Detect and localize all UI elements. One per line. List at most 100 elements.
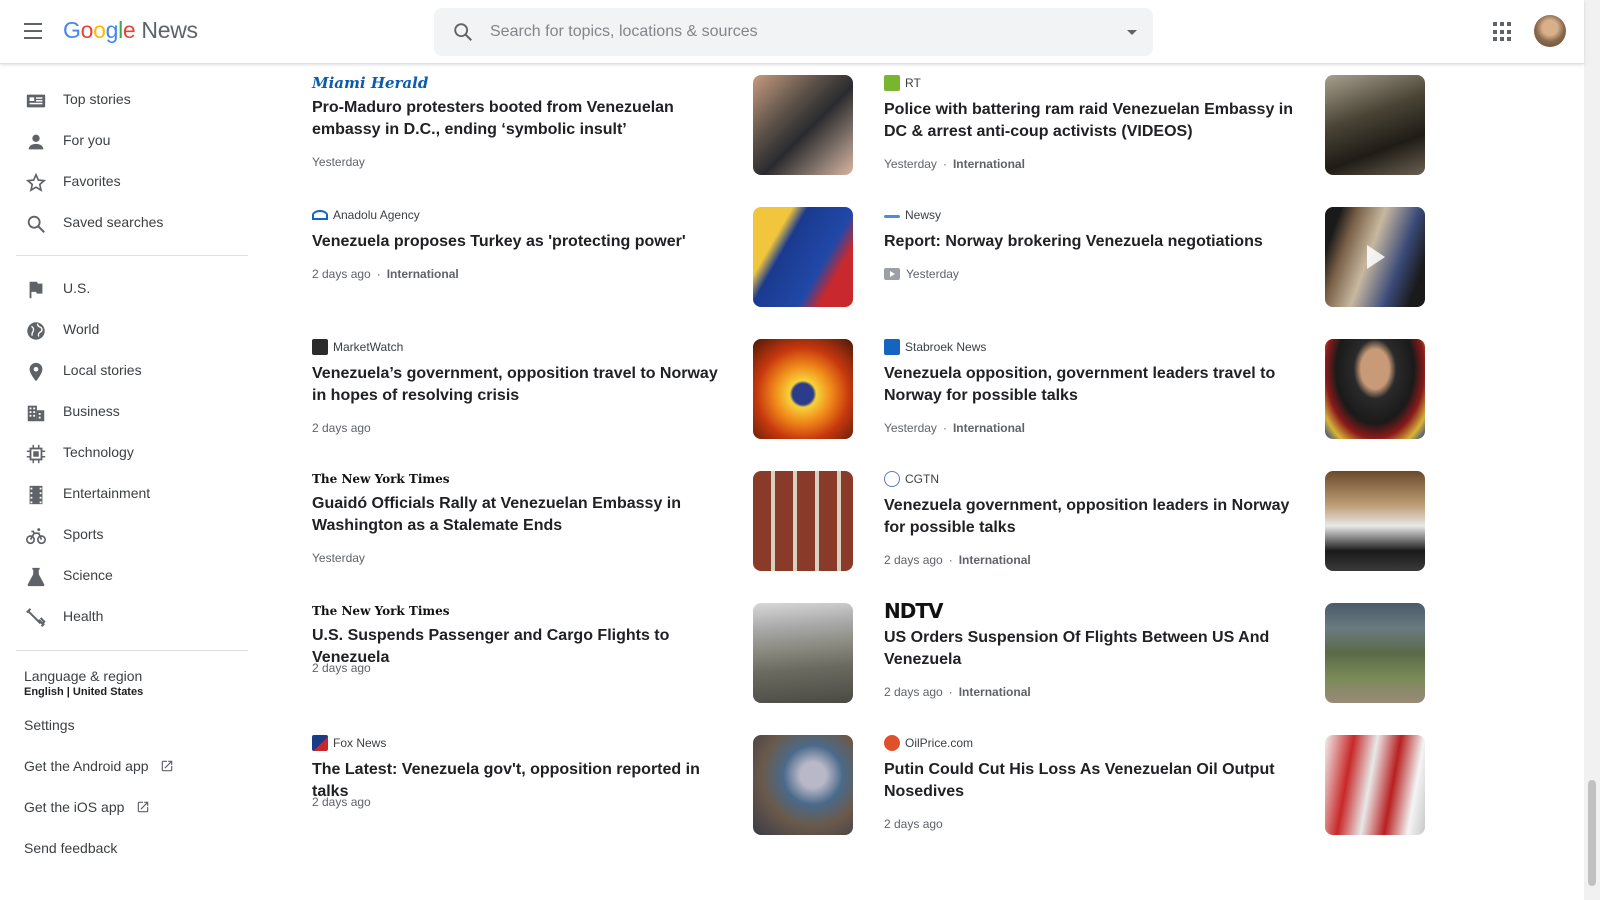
marketwatch-logo-icon (312, 339, 328, 355)
article-category[interactable]: International (959, 685, 1031, 699)
sidebar-item-business[interactable]: Business (0, 392, 260, 432)
ios-app-link[interactable]: Get the iOS app (24, 799, 150, 815)
page-scrollbar[interactable] (1584, 0, 1600, 900)
article-thumbnail[interactable] (1325, 735, 1425, 835)
article-title[interactable]: Guaidó Officials Rally at Venezuelan Emb… (312, 493, 732, 537)
article-title[interactable]: Putin Could Cut His Loss As Venezuelan O… (884, 759, 1304, 803)
article-title[interactable]: Venezuela opposition, government leaders… (884, 363, 1304, 407)
flag-icon (29, 281, 43, 299)
article-card[interactable]: Newsy Report: Norway brokering Venezuela… (884, 207, 1444, 317)
article-time: Yesterday (312, 551, 365, 565)
article-title[interactable]: US Orders Suspension Of Flights Between … (884, 627, 1304, 671)
article-card[interactable]: The New York Times Guaidó Officials Rall… (312, 471, 872, 581)
article-card[interactable]: CGTN Venezuela government, opposition le… (884, 471, 1444, 581)
sidebar-item-saved-searches[interactable]: Saved searches (0, 203, 260, 243)
article-thumbnail[interactable] (753, 471, 853, 571)
account-avatar[interactable] (1534, 15, 1566, 47)
article-title[interactable]: Report: Norway brokering Venezuela negot… (884, 231, 1304, 253)
article-title[interactable]: Venezuela proposes Turkey as 'protecting… (312, 231, 732, 253)
stabroek-logo-icon (884, 339, 900, 355)
article-meta: 2 days ago · International (884, 553, 1031, 567)
article-card[interactable]: OilPrice.com Putin Could Cut His Loss As… (884, 735, 1444, 845)
article-title[interactable]: The Latest: Venezuela gov't, opposition … (312, 759, 732, 803)
video-icon (884, 268, 900, 280)
article-thumbnail[interactable] (1325, 471, 1425, 571)
sidebar-item-entertainment[interactable]: Entertainment (0, 474, 260, 514)
sidebar-item-label: Entertainment (63, 485, 151, 501)
source-name[interactable]: MarketWatch (312, 339, 403, 355)
sidebar-item-for-you[interactable]: For you (0, 121, 260, 161)
android-app-link[interactable]: Get the Android app (24, 758, 174, 774)
article-thumbnail[interactable] (1325, 207, 1425, 307)
sidebar-item-us[interactable]: U.S. (0, 269, 260, 309)
article-category[interactable]: International (953, 421, 1025, 435)
settings-link[interactable]: Settings (24, 717, 75, 733)
article-category[interactable]: International (387, 267, 459, 281)
scrollbar-thumb[interactable] (1588, 780, 1596, 886)
article-thumbnail[interactable] (753, 207, 853, 307)
sidebar-item-label: Favorites (63, 173, 121, 189)
source-name[interactable]: Anadolu Agency (312, 207, 420, 223)
article-category[interactable]: International (953, 157, 1025, 171)
language-region-link[interactable]: Language & region (24, 668, 142, 684)
sidebar-item-local-stories[interactable]: Local stories (0, 351, 260, 391)
sidebar-item-health[interactable]: Health (0, 597, 260, 637)
article-card[interactable]: MarketWatch Venezuela’s government, oppo… (312, 339, 872, 449)
article-title[interactable]: Pro-Maduro protesters booted from Venezu… (312, 97, 732, 141)
google-apps-icon[interactable] (1493, 22, 1513, 42)
article-title[interactable]: Venezuela’s government, opposition trave… (312, 363, 732, 407)
article-thumbnail[interactable] (753, 339, 853, 439)
sidebar-item-world[interactable]: World (0, 310, 260, 350)
source-logo[interactable]: NDTV (884, 599, 943, 623)
main-menu-icon[interactable] (22, 20, 48, 44)
article-card[interactable]: Miami Herald Pro-Maduro protesters boote… (312, 74, 872, 185)
cgtn-logo-icon (884, 471, 900, 487)
sidebar-item-sports[interactable]: Sports (0, 515, 260, 555)
article-time: Yesterday (884, 157, 937, 171)
source-name[interactable]: Fox News (312, 735, 386, 751)
source-logo[interactable]: Miami Herald (312, 74, 428, 92)
sidebar-item-science[interactable]: Science (0, 556, 260, 596)
sidebar-item-label: Top stories (63, 91, 131, 107)
article-title[interactable]: U.S. Suspends Passenger and Cargo Flight… (312, 625, 732, 669)
article-meta: Yesterday · International (884, 157, 1025, 171)
article-thumbnail[interactable] (753, 603, 853, 703)
sidebar-item-favorites[interactable]: Favorites (0, 162, 260, 202)
source-name[interactable]: Stabroek News (884, 339, 986, 355)
article-card[interactable]: The New York Times U.S. Suspends Passeng… (312, 603, 872, 713)
source-name[interactable]: Newsy (884, 207, 941, 223)
source-logo[interactable]: The New York Times (312, 603, 450, 619)
article-card[interactable]: Anadolu Agency Venezuela proposes Turkey… (312, 207, 872, 317)
sidebar-item-label: Local stories (63, 362, 142, 378)
sidebar-item-top-stories[interactable]: Top stories (0, 80, 260, 120)
search-input[interactable] (490, 20, 1090, 44)
source-name[interactable]: CGTN (884, 471, 939, 487)
article-thumbnail[interactable] (753, 75, 853, 175)
article-title[interactable]: Police with battering ram raid Venezuela… (884, 99, 1304, 143)
search-options-dropdown-icon[interactable] (1127, 30, 1137, 35)
source-name[interactable]: RT (884, 75, 921, 91)
article-card[interactable]: Fox News The Latest: Venezuela gov't, op… (312, 735, 872, 845)
article-thumbnail[interactable] (1325, 75, 1425, 175)
search-icon[interactable] (452, 21, 474, 43)
article-category[interactable]: International (959, 553, 1031, 567)
article-title[interactable]: Venezuela government, opposition leaders… (884, 495, 1304, 539)
sidebar-item-technology[interactable]: Technology (0, 433, 260, 473)
chip-icon (26, 444, 46, 464)
article-card[interactable]: NDTV US Orders Suspension Of Flights Bet… (884, 599, 1444, 713)
article-card[interactable]: RT Police with battering ram raid Venezu… (884, 75, 1444, 185)
source-name[interactable]: OilPrice.com (884, 735, 973, 751)
send-feedback-link[interactable]: Send feedback (24, 840, 117, 856)
search-icon (27, 215, 45, 233)
source-logo[interactable]: The New York Times (312, 471, 450, 487)
article-thumbnail[interactable] (753, 735, 853, 835)
article-card[interactable]: Stabroek News Venezuela opposition, gove… (884, 339, 1444, 449)
google-news-logo[interactable]: Google News (63, 17, 198, 44)
article-thumbnail[interactable] (1325, 339, 1425, 439)
bicycle-icon (26, 528, 46, 545)
rt-logo-icon (884, 75, 900, 91)
article-thumbnail[interactable] (1325, 603, 1425, 703)
search-box[interactable] (434, 8, 1153, 56)
article-meta: 2 days ago · International (312, 267, 459, 281)
play-icon[interactable] (1367, 245, 1385, 269)
